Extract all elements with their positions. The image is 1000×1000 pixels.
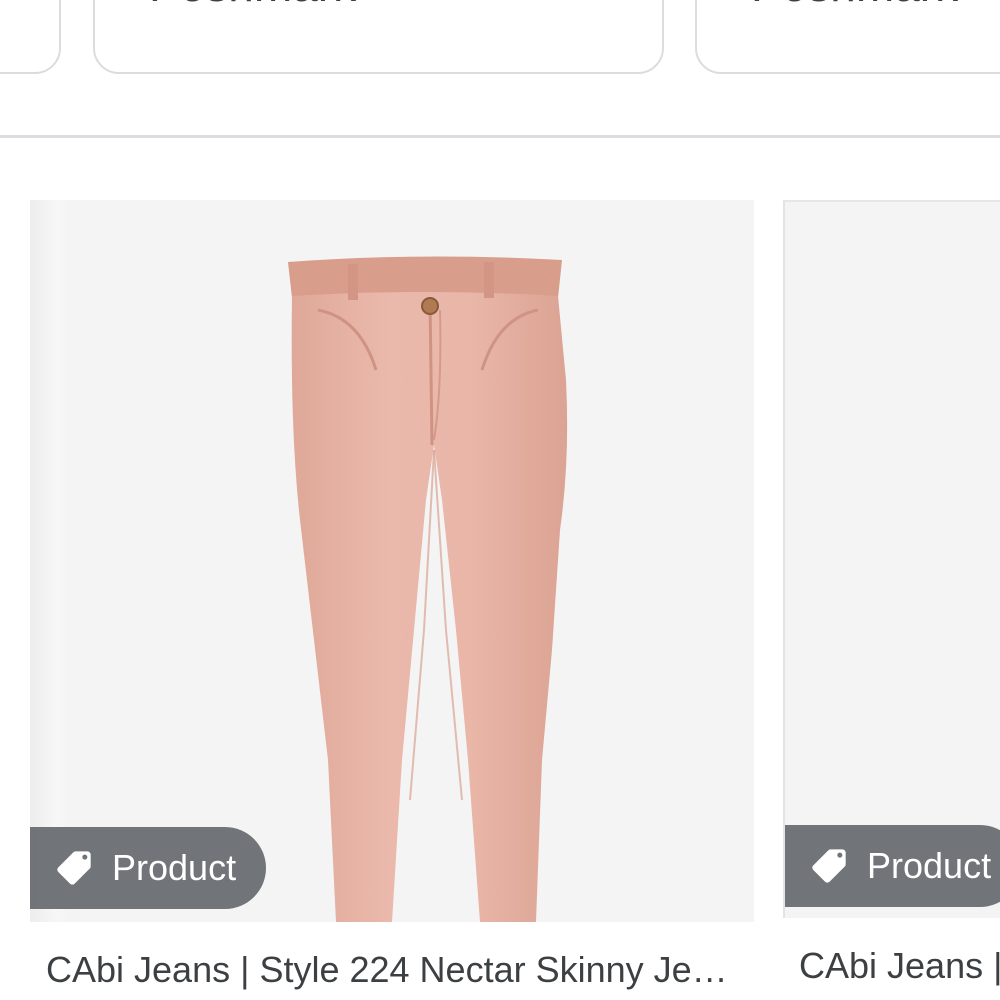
tag-icon bbox=[812, 849, 846, 883]
source-name: Poshmark bbox=[751, 0, 958, 8]
product-title[interactable]: CAbi Jeans | Style 224 Nectar Skinny Jea… bbox=[46, 948, 736, 992]
source-card[interactable]: Poshmark bbox=[93, 0, 664, 74]
product-badge: Product bbox=[785, 825, 1000, 907]
product-badge: Product bbox=[30, 827, 267, 909]
product-thumbnail[interactable]: Product bbox=[783, 200, 1000, 918]
jeans-image bbox=[288, 256, 568, 922]
image-results-viewport: Poshmark Poshmark bbox=[0, 0, 1000, 1000]
section-divider bbox=[0, 135, 1000, 138]
source-card[interactable] bbox=[0, 0, 61, 74]
source-card[interactable]: Poshmark bbox=[695, 0, 1000, 74]
source-name: Poshmark bbox=[149, 0, 356, 8]
tag-icon bbox=[57, 851, 91, 885]
badge-label: Product bbox=[867, 845, 992, 886]
badge-label: Product bbox=[112, 847, 237, 888]
product-title[interactable]: CAbi Jeans | Style 224 Nectar Skinny Jea… bbox=[799, 944, 1000, 988]
product-thumbnail[interactable]: Product bbox=[30, 200, 754, 922]
